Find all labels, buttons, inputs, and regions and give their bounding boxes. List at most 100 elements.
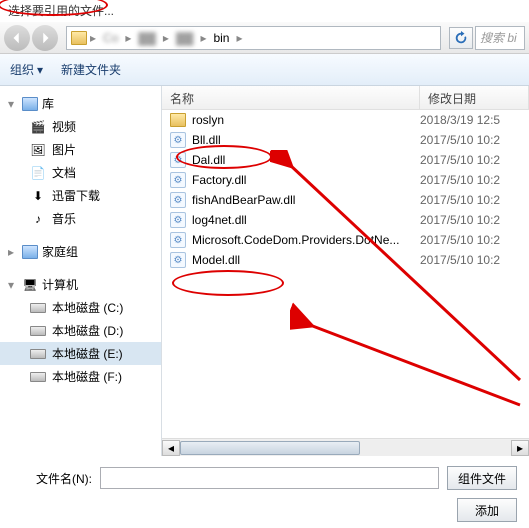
file-name: Microsoft.CodeDom.Providers.DotNe... (192, 233, 399, 247)
horizontal-scrollbar[interactable]: ◂ ▸ (162, 438, 529, 456)
sidebar-item[interactable]: 🖼 图片 (0, 138, 161, 161)
drive-icon (30, 303, 46, 313)
back-button[interactable] (4, 25, 30, 51)
dll-file-icon: ⚙ (170, 212, 186, 228)
expand-icon: ▾ (8, 97, 18, 111)
item-icon: 🖼 (30, 143, 46, 157)
search-input[interactable]: 搜索 bi (475, 26, 525, 50)
dll-file-icon: ⚙ (170, 132, 186, 148)
file-row[interactable]: ⚙ Microsoft.CodeDom.Providers.DotNe... 201… (162, 230, 529, 250)
file-list-area: 名称 修改日期 roslyn 2018/3/19 12:5 ⚙ Bll.dll 2017… (162, 86, 529, 456)
file-row[interactable]: ⚙ Bll.dll 2017/5/10 10:2 (162, 130, 529, 150)
expand-icon: ▾ (8, 278, 18, 292)
sidebar-item[interactable]: ♪ 音乐 (0, 207, 161, 230)
refresh-button[interactable] (449, 27, 473, 49)
sidebar-item-label: 本地磁盘 (E:) (52, 345, 123, 362)
toolbar: 组织 ▾ 新建文件夹 (0, 54, 529, 86)
file-date: 2018/3/19 12:5 (420, 113, 500, 127)
scroll-thumb[interactable] (180, 441, 360, 455)
sidebar-drive-item[interactable]: 本地磁盘 (F:) (0, 365, 161, 388)
dll-file-icon: ⚙ (170, 232, 186, 248)
sidebar-item-label: 本地磁盘 (C:) (52, 299, 123, 316)
item-icon: ♪ (30, 212, 46, 226)
folder-icon (71, 31, 87, 45)
crumb-item[interactable]: ▓▓ (172, 29, 198, 47)
scroll-right-button[interactable]: ▸ (511, 440, 529, 456)
column-headers: 名称 修改日期 (162, 86, 529, 110)
sidebar-drive-item[interactable]: 本地磁盘 (C:) (0, 296, 161, 319)
sidebar-item[interactable]: ⬇迅雷下载 (0, 184, 161, 207)
file-date: 2017/5/10 10:2 (420, 153, 500, 167)
file-row[interactable]: ⚙ Factory.dll 2017/5/10 10:2 (162, 170, 529, 190)
scroll-track[interactable] (180, 440, 511, 456)
sidebar-item[interactable]: 📄 文档 (0, 161, 161, 184)
add-button[interactable]: 添加 (457, 498, 517, 522)
sidebar-item-label: 本地磁盘 (F:) (52, 368, 122, 385)
refresh-icon (454, 31, 468, 45)
sidebar-drive-item[interactable]: 本地磁盘 (D:) (0, 319, 161, 342)
drive-icon (30, 326, 46, 336)
file-row[interactable]: ⚙fishAndBearPaw.dll2017/5/10 10:2 (162, 190, 529, 210)
file-name: Bll.dll (192, 133, 221, 147)
crumb-sep-icon: ▸ (90, 31, 96, 45)
sidebar-item[interactable]: 🎬视频 (0, 115, 161, 138)
crumb-sep-icon: ▸ (236, 31, 242, 45)
back-arrow-icon (10, 31, 24, 45)
organize-menu[interactable]: 组织 ▾ (10, 61, 43, 78)
file-name: roslyn (192, 113, 224, 127)
file-row[interactable]: roslyn 2018/3/19 12:5 (162, 110, 529, 130)
drive-icon (30, 372, 46, 382)
forward-button[interactable] (32, 25, 58, 51)
dll-file-icon: ⚙ (170, 252, 186, 268)
sidebar-item-label: 音乐 (52, 210, 76, 227)
breadcrumb[interactable]: ▸ Co ▸ ▓▓ ▸ ▓▓ ▸ bin ▸ (66, 26, 441, 50)
crumb-sep-icon: ▸ (163, 31, 169, 45)
sidebar-item-label: 图片 (52, 141, 76, 158)
file-name: Model.dll (192, 253, 240, 267)
computer-icon: 🖥 (22, 278, 38, 292)
file-date: 2017/5/10 10:2 (420, 233, 500, 247)
sidebar-item-label: 迅雷下载 (52, 187, 100, 204)
sidebar-group-computer[interactable]: ▾ 🖥 计算机 (0, 273, 161, 296)
file-list[interactable]: roslyn 2018/3/19 12:5 ⚙ Bll.dll 2017/5/10 10… (162, 110, 529, 438)
item-icon: 📄 (30, 166, 46, 180)
file-row[interactable]: ⚙log4net.dll2017/5/10 10:2 (162, 210, 529, 230)
crumb-item[interactable]: bin (209, 29, 233, 47)
file-date: 2017/5/10 10:2 (420, 173, 500, 187)
new-folder-button[interactable]: 新建文件夹 (61, 61, 121, 78)
sidebar-group-homegroup[interactable]: ▸ 家庭组 (0, 240, 161, 263)
dialog-footer: 文件名(N): 组件文件 添加 (0, 456, 529, 528)
chevron-down-icon: ▾ (37, 63, 43, 77)
expand-icon: ▸ (8, 245, 18, 259)
folder-icon (170, 113, 186, 127)
dll-file-icon: ⚙ (170, 172, 186, 188)
dll-file-icon: ⚙ (170, 152, 186, 168)
library-icon (22, 97, 38, 111)
homegroup-icon (22, 245, 38, 259)
scroll-left-button[interactable]: ◂ (162, 440, 180, 456)
drive-icon (30, 349, 46, 359)
sidebar-group-library[interactable]: ▾ 库 (0, 92, 161, 115)
column-date-header[interactable]: 修改日期 (420, 86, 529, 109)
column-name-header[interactable]: 名称 (162, 86, 420, 109)
file-name: Dal.dll (192, 153, 225, 167)
filename-label: 文件名(N): (12, 470, 92, 487)
sidebar: ▾ 库 🎬视频 🖼 图片 📄 文档 ⬇迅雷下载 ♪ 音乐 ▸ 家庭组 ▾ 🖥 计算机 本地磁盘… (0, 86, 162, 456)
navigation-bar: ▸ Co ▸ ▓▓ ▸ ▓▓ ▸ bin ▸ 搜索 bi (0, 22, 529, 54)
forward-arrow-icon (38, 31, 52, 45)
file-row[interactable]: ⚙Model.dll2017/5/10 10:2 (162, 250, 529, 270)
file-name: Factory.dll (192, 173, 246, 187)
file-date: 2017/5/10 10:2 (420, 133, 500, 147)
crumb-item[interactable]: ▓▓ (134, 29, 160, 47)
crumb-item[interactable]: Co (99, 29, 122, 47)
crumb-sep-icon: ▸ (200, 31, 206, 45)
filter-dropdown[interactable]: 组件文件 (447, 466, 517, 490)
filename-input[interactable] (100, 467, 439, 489)
sidebar-drive-item[interactable]: 本地磁盘 (E:) (0, 342, 161, 365)
crumb-sep-icon: ▸ (125, 31, 131, 45)
file-date: 2017/5/10 10:2 (420, 193, 500, 207)
file-row[interactable]: ⚙ Dal.dll 2017/5/10 10:2 (162, 150, 529, 170)
sidebar-item-label: 文档 (52, 164, 76, 181)
file-name: log4net.dll (192, 213, 247, 227)
window-title-bar: 选择要引用的文件... (0, 0, 529, 22)
